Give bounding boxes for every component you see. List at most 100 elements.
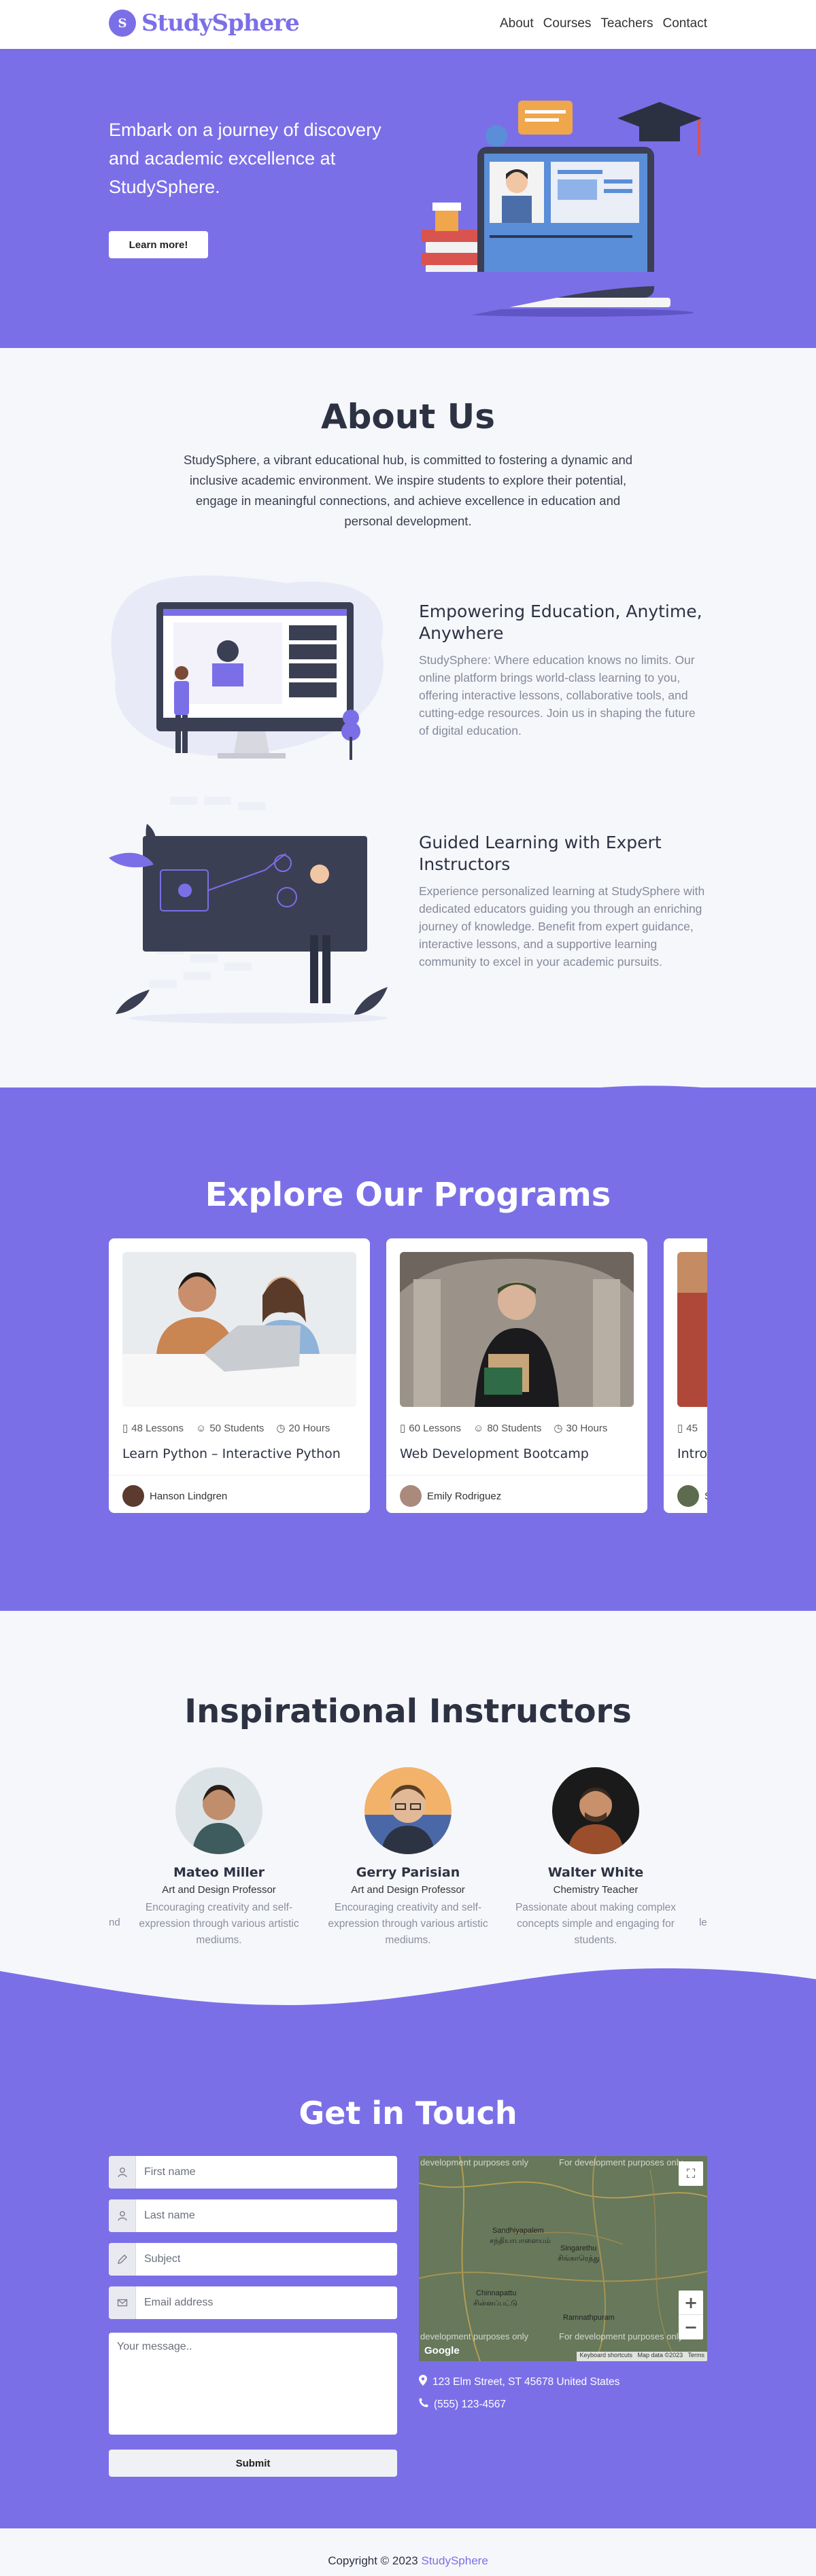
instructor-photo (364, 1767, 452, 1854)
prev-instructor-fragment: nd (109, 1917, 120, 1928)
map-watermark: development purposes only (420, 2331, 528, 2342)
feature-1: Empowering Education, Anytime, Anywhere … (419, 601, 707, 739)
instructor-role: Art and Design Professor (162, 1884, 276, 1896)
zoom-out-button[interactable]: − (679, 2315, 703, 2339)
instructor-photo (552, 1767, 639, 1854)
instructor-card[interactable]: Walter White Chemistry Teacher Passionat… (507, 1767, 684, 1949)
site-footer: Copyright © 2023 StudySphere (0, 2546, 816, 2576)
instructor-name: Walter White (547, 1865, 644, 1880)
course-title[interactable]: Learn Python – Interactive Python (122, 1446, 341, 1461)
avatar (400, 1485, 422, 1507)
instructor-card[interactable]: Gerry Parisian Art and Design Professor … (320, 1767, 496, 1949)
clock-icon: ◷ (276, 1423, 286, 1434)
instructor-desc: Encouraging creativity and self-expressi… (139, 1902, 299, 1946)
book-icon: ▯ (122, 1423, 129, 1434)
next-instructor-fragment: le (699, 1917, 707, 1928)
avatar (122, 1485, 144, 1507)
footer-brand-link[interactable]: StudySphere (421, 2554, 488, 2567)
course-card[interactable]: ▯45 Intro S (664, 1238, 707, 1513)
logo-text: StudySphere (141, 10, 300, 37)
course-card[interactable]: ▯ 48 Lessons ☺ 50 Students ◷ 20 Hours Learn… (109, 1238, 370, 1513)
subject-input[interactable] (136, 2243, 397, 2276)
map-watermark: For development purposes only (559, 2157, 683, 2168)
map-place-label: Chinnapattu (476, 2289, 517, 2297)
about-section: About Us StudySphere, a vibrant educatio… (0, 397, 816, 532)
map-place-label: சந்தியாபாளையம் (490, 2236, 551, 2245)
course-card[interactable]: ▯ 60 Lessons ☺ 80 Students ◷ 30 Hours Web D… (386, 1238, 647, 1513)
feature-2-title: Guided Learning with Expert Instructors (419, 833, 662, 874)
instructor-role: Chemistry Teacher (553, 1884, 639, 1896)
instructor-name: Mateo Miller (173, 1865, 265, 1880)
address-line: 123 Elm Street, ST 45678 United States (419, 2375, 619, 2389)
site-header: S StudySphere About Courses Teachers Con… (0, 0, 816, 49)
avatar (677, 1485, 699, 1507)
book-icon: ▯ (400, 1423, 406, 1434)
clock-icon: ◷ (554, 1423, 563, 1434)
course-title[interactable]: Web Development Bootcamp (400, 1446, 589, 1461)
map-place-label: சிங்காரெத்து (558, 2254, 600, 2263)
contact-title: Get in Touch (299, 2095, 517, 2131)
instructor-role: Art and Design Professor (351, 1884, 465, 1896)
fullscreen-icon[interactable]: ⛶ (679, 2161, 703, 2186)
instructor-desc: Passionate about making complex concepts… (515, 1902, 677, 1946)
phone-icon (419, 2398, 428, 2411)
envelope-icon (109, 2286, 136, 2319)
feature-2: Guided Learning with Expert Instructors … (419, 832, 707, 971)
zoom-in-button[interactable]: + (679, 2291, 703, 2315)
logo[interactable]: S StudySphere (109, 10, 300, 37)
programs-title: Explore Our Programs (205, 1176, 611, 1214)
programs-section: Explore Our Programs ▯ 48 Lessons ☺ 50 S… (0, 1087, 816, 1611)
teacher-illustration (109, 797, 388, 1024)
instructor-name: Gerry Parisian (356, 1865, 460, 1880)
course-author[interactable]: S (677, 1485, 707, 1507)
map-watermark: For development purposes only (559, 2331, 683, 2342)
first-name-field[interactable] (109, 2156, 397, 2189)
first-name-input[interactable] (136, 2156, 397, 2189)
location-map[interactable]: development purposes only For developmen… (419, 2156, 707, 2361)
last-name-field[interactable] (109, 2199, 397, 2232)
feature-2-text: Experience personalized learning at Stud… (419, 884, 705, 969)
nav-teachers[interactable]: Teachers (600, 16, 653, 31)
map-attribution[interactable]: Keyboard shortcuts Map data ©2023 Terms (577, 2352, 707, 2361)
programs-bottom-wave (0, 1563, 816, 1607)
nav-courses[interactable]: Courses (543, 16, 592, 31)
course-author[interactable]: Emily Rodriguez (400, 1485, 501, 1507)
pencil-icon (109, 2243, 136, 2276)
message-textarea[interactable] (109, 2333, 397, 2435)
programs-carousel[interactable]: ▯ 48 Lessons ☺ 50 Students ◷ 20 Hours Learn… (109, 1238, 707, 1517)
course-image (677, 1252, 707, 1407)
main-nav: About Courses Teachers Contact (500, 16, 707, 31)
students-icon: ☺ (196, 1422, 207, 1434)
email-input[interactable] (136, 2286, 397, 2319)
students-icon: ☺ (473, 1422, 484, 1434)
about-intro: StudySphere, a vibrant educational hub, … (183, 453, 633, 528)
last-name-input[interactable] (136, 2199, 397, 2232)
feature-1-title: Empowering Education, Anytime, Anywhere (419, 602, 702, 643)
nav-about[interactable]: About (500, 16, 534, 31)
course-title[interactable]: Intro (677, 1446, 707, 1461)
google-logo: Google (424, 2345, 460, 2356)
map-place-label: Sandhiyapalem (492, 2227, 544, 2235)
course-author[interactable]: Hanson Lindgren (122, 1485, 227, 1507)
map-place-label: Ramnathpuram (563, 2314, 615, 2322)
logo-badge: S (109, 10, 136, 37)
course-meta: ▯ 48 Lessons ☺ 50 Students ◷ 20 Hours (122, 1422, 330, 1435)
copyright-text: Copyright © 2023 (328, 2554, 422, 2567)
nav-contact[interactable]: Contact (663, 16, 707, 31)
course-meta: ▯ 60 Lessons ☺ 80 Students ◷ 30 Hours (400, 1422, 608, 1435)
course-image (122, 1252, 356, 1407)
course-meta: ▯ 45 (677, 1422, 698, 1435)
submit-button[interactable]: Submit (109, 2450, 397, 2477)
instructor-card[interactable]: Mateo Miller Art and Design Professor En… (131, 1767, 307, 1949)
map-place-label: Singarethu (560, 2244, 597, 2252)
online-class-illustration (111, 575, 384, 760)
hero-title: Embark on a journey of discovery and aca… (109, 120, 381, 197)
email-field[interactable] (109, 2286, 397, 2319)
subject-field[interactable] (109, 2243, 397, 2276)
learn-more-button[interactable]: Learn more! (109, 231, 208, 258)
course-image (400, 1252, 634, 1407)
phone-line: (555) 123-4567 (419, 2398, 506, 2411)
user-icon (109, 2199, 136, 2232)
zoom-control: + − (679, 2291, 703, 2339)
instructors-section: Inspirational Instructors (0, 1692, 816, 1730)
